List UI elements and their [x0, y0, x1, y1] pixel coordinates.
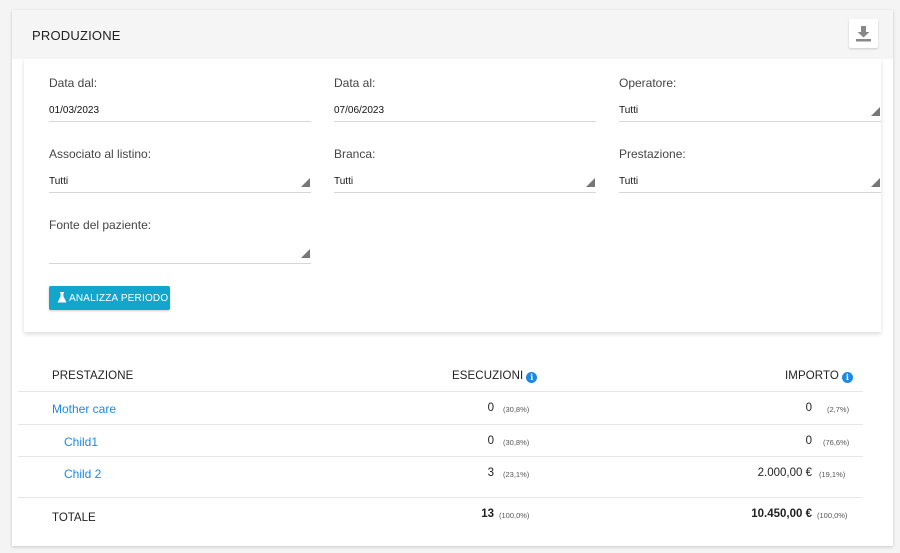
- production-panel: PRODUZIONE Data dal: 01/03/2023 Data al:…: [12, 10, 893, 546]
- row-importo-pct: (2,7%): [827, 405, 850, 414]
- service-value: Tutti: [619, 176, 639, 187]
- date-to-input[interactable]: 07/06/2023: [334, 100, 596, 122]
- analyze-period-label: ANALIZZA PERIODO: [69, 293, 169, 304]
- operator-label: Operatore:: [619, 76, 677, 90]
- total-esecuzioni: 13: [481, 508, 494, 520]
- row-divider: [18, 424, 863, 425]
- header-importo-label: IMPORTO: [785, 370, 839, 382]
- total-divider: [18, 497, 863, 498]
- operator-select[interactable]: Tutti: [619, 100, 881, 122]
- row-importo-pct: (76,6%): [823, 438, 850, 447]
- row-esecuzioni: 0: [487, 435, 494, 447]
- header-divider: [18, 391, 863, 392]
- price-list-value: Tutti: [49, 176, 69, 187]
- date-to-label: Data al:: [334, 76, 376, 90]
- row-importo-pct: (19,1%): [819, 470, 846, 479]
- total-label: TOTALE: [52, 512, 96, 524]
- service-select[interactable]: Tutti: [619, 171, 881, 193]
- row-esecuzioni-pct: (23,1%): [503, 470, 530, 479]
- dropdown-caret-icon: [871, 107, 880, 116]
- operator-field: Operatore: Tutti: [619, 76, 881, 124]
- header-prestazione: PRESTAZIONE: [52, 370, 134, 382]
- patient-source-select[interactable]: [49, 242, 311, 264]
- date-from-input[interactable]: 01/03/2023: [49, 100, 311, 122]
- total-esecuzioni-pct: (100,0%): [499, 511, 530, 520]
- row-importo: 2.000,00 €: [757, 467, 812, 479]
- date-from-field: Data dal: 01/03/2023: [49, 76, 311, 124]
- price-list-select[interactable]: Tutti: [49, 171, 311, 193]
- row-importo: 0: [805, 435, 812, 447]
- row-esecuzioni-pct: (30,8%): [503, 405, 530, 414]
- row-esecuzioni: 0: [487, 402, 494, 414]
- patient-source-field: Fonte del paziente:: [49, 218, 311, 266]
- row-divider: [18, 456, 863, 457]
- date-to-value: 07/06/2023: [334, 105, 385, 116]
- total-importo: 10.450,00 €: [751, 508, 812, 520]
- panel-title: PRODUZIONE: [32, 28, 121, 43]
- dropdown-caret-icon: [301, 249, 310, 258]
- price-list-label: Associato al listino:: [49, 147, 152, 161]
- download-icon: [856, 26, 871, 42]
- info-icon[interactable]: i: [841, 372, 853, 383]
- header-importo: IMPORTO i: [785, 370, 853, 383]
- date-to-field: Data al: 07/06/2023: [334, 76, 596, 124]
- date-from-label: Data dal:: [49, 76, 98, 90]
- flask-icon: [57, 292, 67, 303]
- download-button[interactable]: [849, 19, 878, 48]
- panel-header: PRODUZIONE: [12, 10, 893, 59]
- branch-field: Branca: Tutti: [334, 147, 596, 195]
- dropdown-caret-icon: [301, 178, 310, 187]
- service-label: Prestazione:: [619, 147, 686, 161]
- branch-select[interactable]: Tutti: [334, 171, 596, 193]
- branch-value: Tutti: [334, 176, 354, 187]
- filter-card: Data dal: 01/03/2023 Data al: 07/06/2023…: [24, 59, 881, 332]
- dropdown-caret-icon: [586, 178, 595, 187]
- row-esecuzioni-pct: (30,8%): [503, 438, 530, 447]
- date-from-value: 01/03/2023: [49, 105, 100, 116]
- row-esecuzioni: 3: [487, 467, 494, 479]
- row-name-child-2[interactable]: Child 2: [64, 467, 101, 481]
- price-list-field: Associato al listino: Tutti: [49, 147, 311, 195]
- row-importo: 0: [805, 402, 812, 414]
- service-field: Prestazione: Tutti: [619, 147, 881, 195]
- row-name-child1[interactable]: Child1: [64, 435, 98, 449]
- dropdown-caret-icon: [871, 178, 880, 187]
- operator-value: Tutti: [619, 105, 639, 116]
- header-esecuzioni-label: ESECUZIONI: [452, 370, 524, 382]
- row-name-mother-care[interactable]: Mother care: [52, 402, 116, 416]
- patient-source-label: Fonte del paziente:: [49, 218, 152, 232]
- branch-label: Branca:: [334, 147, 376, 161]
- total-importo-pct: (100,0%): [817, 511, 848, 520]
- info-icon[interactable]: i: [526, 372, 538, 383]
- analyze-period-button[interactable]: ANALIZZA PERIODO: [49, 286, 170, 310]
- header-esecuzioni: ESECUZIONI i: [452, 370, 538, 383]
